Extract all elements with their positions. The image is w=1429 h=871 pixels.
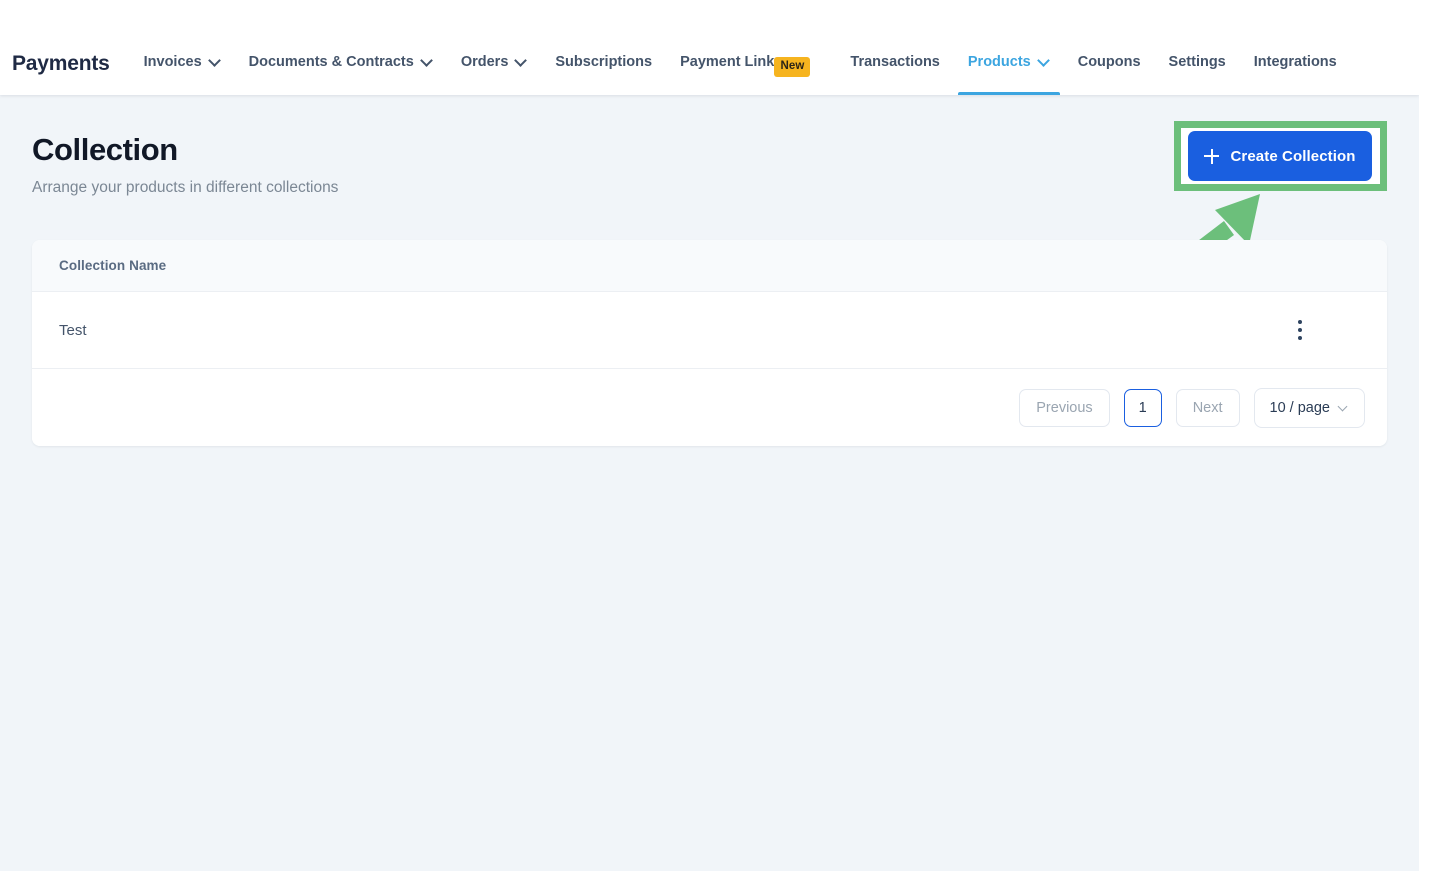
nav-group-primary: Invoices Documents & Contracts Orders Su… <box>130 53 811 96</box>
nav-item-label: Integrations <box>1253 53 1337 70</box>
nav-item-orders[interactable]: Orders <box>447 53 542 96</box>
nav-item-subscriptions[interactable]: Subscriptions <box>541 53 666 96</box>
nav-item-coupons[interactable]: Coupons <box>1064 53 1155 96</box>
create-collection-button[interactable]: Create Collection <box>1188 131 1372 181</box>
chevron-down-icon <box>422 55 433 66</box>
nav-item-transactions[interactable]: Transactions <box>836 53 953 96</box>
nav-item-label: Orders <box>460 53 509 70</box>
cell-collection-name: Test <box>59 321 87 339</box>
nav-item-integrations[interactable]: Integrations <box>1240 53 1351 96</box>
nav-item-label: Subscriptions <box>555 53 653 70</box>
pagination-next-button[interactable]: Next <box>1175 388 1240 427</box>
page-size-label: 10 / page <box>1269 399 1330 416</box>
nav-item-invoices[interactable]: Invoices <box>130 53 235 96</box>
chevron-down-icon <box>1339 403 1349 413</box>
pagination-bar: Previous 1 Next 10 / page <box>32 369 1387 446</box>
chevron-down-icon <box>1039 55 1050 66</box>
create-collection-label: Create Collection <box>1230 147 1356 165</box>
chevron-down-icon <box>516 55 527 66</box>
kebab-menu-icon[interactable] <box>1283 313 1317 347</box>
nav-item-label: Payment Links <box>680 53 783 70</box>
nav-item-settings[interactable]: Settings <box>1155 53 1240 96</box>
column-header-collection-name: Collection Name <box>59 258 167 273</box>
table-row[interactable]: Test <box>32 292 1387 369</box>
nav-item-payment-links[interactable]: Payment Links New <box>666 53 811 96</box>
pagination-previous-button[interactable]: Previous <box>1019 388 1110 427</box>
table-header-row: Collection Name <box>32 240 1387 292</box>
top-navigation-bar: Payments Invoices Documents & Contracts … <box>0 0 1419 95</box>
status-badge-new: New <box>774 56 811 77</box>
nav-item-documents-contracts[interactable]: Documents & Contracts <box>235 53 447 96</box>
nav-item-label: Transactions <box>850 53 940 70</box>
collections-table-card: Collection Name Test Previous 1 Next 10 … <box>32 240 1387 446</box>
chevron-down-icon <box>210 55 221 66</box>
app-brand-title: Payments <box>12 52 110 75</box>
nav-group-secondary: Transactions Products Coupons Settings I… <box>836 53 1351 96</box>
nav-item-label: Documents & Contracts <box>248 53 414 70</box>
nav-item-products[interactable]: Products <box>954 53 1064 96</box>
nav-item-label: Settings <box>1168 53 1226 70</box>
app-root: Payments Invoices Documents & Contracts … <box>0 0 1419 871</box>
plus-icon <box>1204 148 1220 164</box>
nav-item-label: Products <box>967 53 1031 70</box>
pagination-page-1-button[interactable]: 1 <box>1123 388 1162 427</box>
nav-item-label: Coupons <box>1077 53 1141 70</box>
nav-item-label: Invoices <box>143 53 202 70</box>
page-size-select[interactable]: 10 / page <box>1253 387 1365 428</box>
